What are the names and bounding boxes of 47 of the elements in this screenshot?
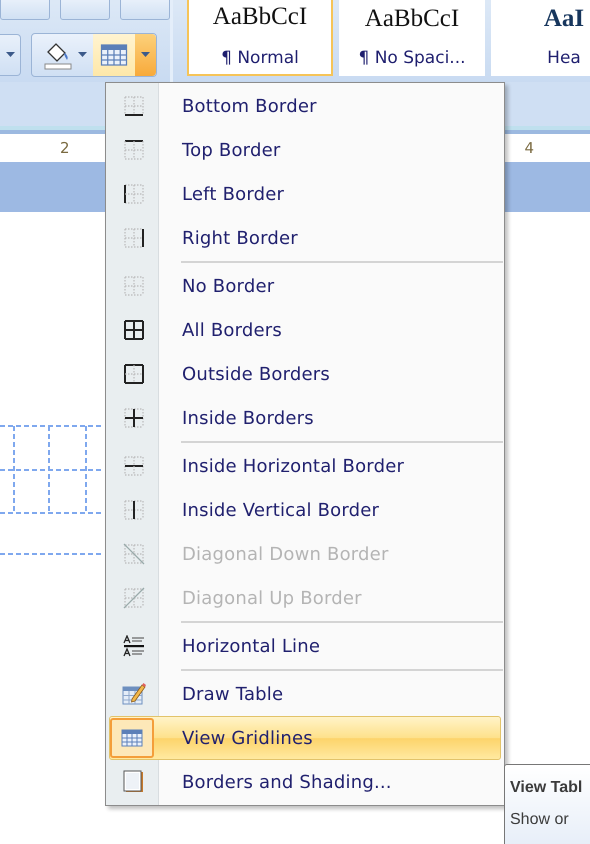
style-tile[interactable]: AaBbCcI ¶ Normal <box>187 0 333 76</box>
caret-icon <box>6 52 14 58</box>
ruler-number: 4 <box>524 139 534 157</box>
top-border-icon <box>123 139 145 161</box>
table-pencil-icon <box>122 682 146 706</box>
borders-button[interactable] <box>93 34 135 76</box>
menu-item[interactable]: All Borders <box>109 308 501 352</box>
borders-dropdown-button[interactable] <box>135 34 156 76</box>
menu-item[interactable]: Inside Vertical Border <box>109 488 501 532</box>
page-icon <box>122 770 146 794</box>
left-border-icon <box>123 183 145 205</box>
outside-borders-icon <box>123 363 145 385</box>
menu-item[interactable]: No Border <box>109 264 501 308</box>
menu-item[interactable]: View Gridlines <box>109 716 501 760</box>
style-name: ¶ Normal <box>221 48 299 68</box>
inside-horizontal-border-icon <box>123 455 145 477</box>
inside-borders-icon <box>123 407 145 429</box>
tooltip-text: Show or <box>510 811 569 829</box>
caret-icon <box>78 52 87 58</box>
menu-item[interactable]: Inside Horizontal Border <box>109 444 501 488</box>
style-sample: AaBbCcI <box>364 4 460 34</box>
right-border-icon <box>123 227 145 249</box>
menu-item[interactable]: Right Border <box>109 216 501 260</box>
menu-item[interactable]: Draw Table <box>109 672 501 716</box>
style-tile[interactable]: AaBbCcI ¶ No Spaci... <box>339 0 485 76</box>
horizontal-line-icon <box>123 635 145 657</box>
ruler-number: 2 <box>60 139 70 157</box>
style-name: ¶ No Spaci... <box>358 48 466 68</box>
menu-item[interactable]: Top Border <box>109 128 501 172</box>
menu-item[interactable]: Left Border <box>109 172 501 216</box>
caret-icon <box>141 52 150 58</box>
menu-item[interactable]: Inside Borders <box>109 396 501 440</box>
menu-item[interactable]: Horizontal Line <box>109 624 501 668</box>
tooltip-title: View Tabl <box>510 779 582 797</box>
all-borders-icon <box>123 319 145 341</box>
style-tile[interactable]: AaI Hea <box>491 0 590 76</box>
menu-item[interactable]: Borders and Shading... <box>109 760 501 804</box>
style-sample: AaBbCcI <box>212 2 308 32</box>
style-name: Hea <box>547 48 581 68</box>
menu-item[interactable]: Outside Borders <box>109 352 501 396</box>
diagonal-up-border-icon <box>123 587 145 609</box>
bottom-border-icon <box>123 95 145 117</box>
dropdown-button[interactable] <box>0 34 21 76</box>
style-sample: AaI <box>544 4 584 34</box>
inside-vertical-border-icon <box>123 499 145 521</box>
no-border-icon <box>123 275 145 297</box>
diagonal-down-border-icon <box>123 543 145 565</box>
